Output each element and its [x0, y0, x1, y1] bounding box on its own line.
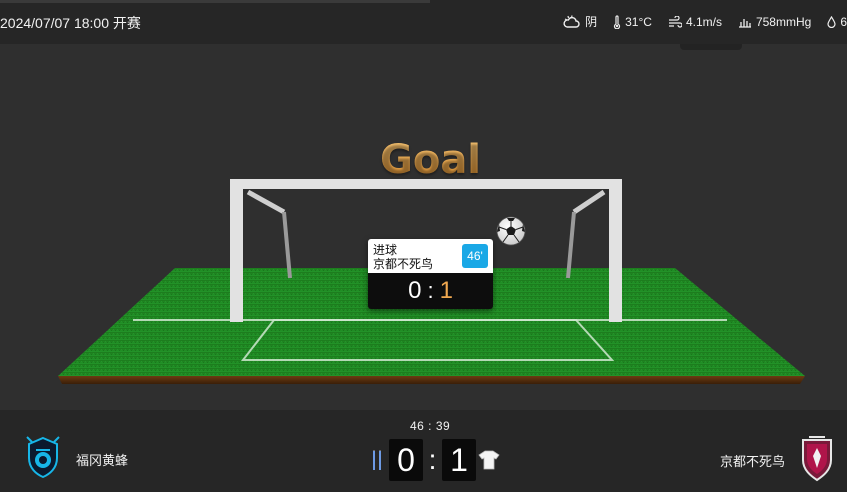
pitch-dirt-edge	[58, 376, 805, 384]
event-minute-badge: 46'	[462, 244, 488, 268]
event-score-separator: :	[427, 278, 434, 303]
score-separator: :	[428, 444, 437, 475]
event-score: 0 : 1	[368, 273, 493, 309]
scoreboard-bar: 福冈黄蜂 46 : 39 0 : 1 京都不死鸟	[0, 410, 847, 492]
match-start-time: 2024/07/07 18:00 开赛	[0, 15, 141, 31]
weather-wind-text: 4.1m/s	[685, 14, 722, 29]
cloudy-icon	[563, 14, 581, 29]
home-kit-icon	[364, 448, 389, 472]
pressure-icon	[738, 16, 752, 28]
match-clock: 46 : 39	[410, 419, 451, 433]
weather-wind: 4.1m/s	[668, 13, 722, 30]
weather-condition: 阴	[563, 13, 597, 30]
away-score: 1	[442, 439, 476, 481]
pitch-graphic	[58, 179, 805, 384]
goal-back-post-right	[572, 189, 606, 215]
weather-condition-text: 阴	[585, 15, 598, 29]
soccer-ball-icon	[496, 216, 526, 246]
away-team-logo-icon	[799, 434, 835, 487]
goal-post-right	[609, 179, 622, 322]
goal-post-left	[230, 179, 243, 322]
top-scroll-indicator	[0, 0, 430, 3]
away-team-name: 京都不死鸟	[719, 454, 785, 469]
weather-pressure-text: 758mmHg	[755, 14, 812, 29]
wind-icon	[668, 15, 682, 28]
home-score: 0	[389, 439, 423, 481]
event-score-home: 0	[408, 277, 422, 304]
weather-humidity-text: 6	[840, 14, 847, 29]
away-team[interactable]: 京都不死鸟	[720, 434, 835, 487]
thermometer-icon	[613, 14, 621, 29]
goal-back-post-left	[246, 189, 286, 215]
weather-pressure: 758mmHg	[738, 13, 811, 30]
home-team-logo-icon	[24, 436, 62, 483]
top-info-bar: 2024/07/07 18:00 开赛 阴 31°C 4.1m/s 758mmH…	[0, 0, 847, 44]
event-score-away: 1	[439, 277, 453, 304]
droplet-icon	[827, 15, 836, 28]
match-animation-scene: Goal 进球 京都不死鸟 46' 0 : 1	[0, 44, 847, 410]
goal-title: Goal	[380, 137, 482, 183]
weather-temperature-text: 31°C	[625, 14, 652, 29]
main-score: 0 : 1	[364, 439, 501, 481]
home-team[interactable]: 福冈黄蜂	[24, 436, 128, 483]
home-team-name: 福冈黄蜂	[76, 453, 129, 468]
weather-humidity: 6	[827, 13, 847, 30]
weather-temperature: 31°C	[613, 13, 652, 30]
goal-event-card: 进球 京都不死鸟 46' 0 : 1	[368, 239, 493, 309]
weather-bar: 阴 31°C 4.1m/s 758mmHg 6	[563, 13, 847, 30]
event-info: 进球 京都不死鸟 46'	[368, 239, 493, 273]
away-kit-icon	[476, 448, 501, 472]
